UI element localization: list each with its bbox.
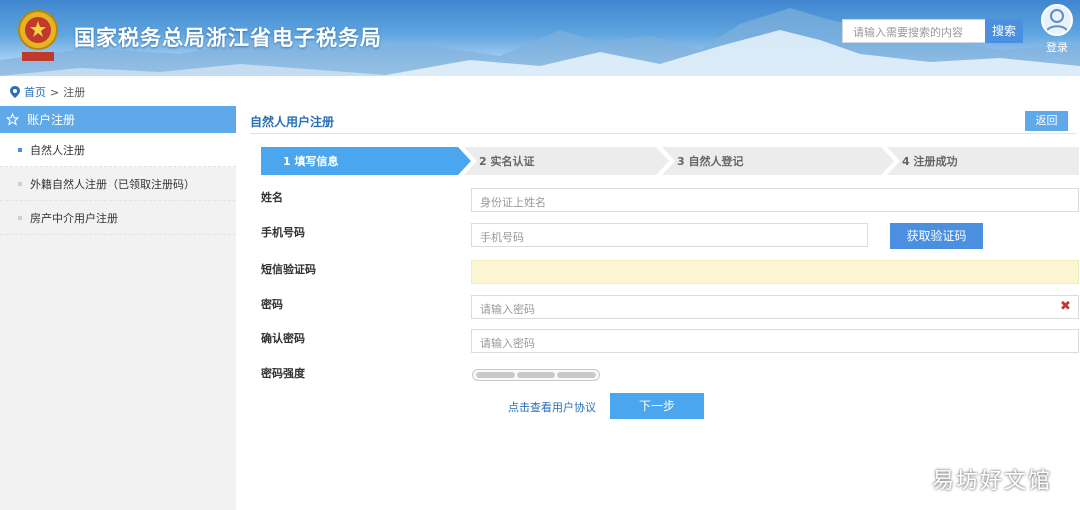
bullet-icon: [18, 181, 22, 186]
name-input[interactable]: 身份证上姓名: [471, 188, 1079, 212]
tax-emblem-icon: [18, 10, 58, 61]
password-input[interactable]: 请输入密码: [471, 295, 1079, 319]
title-divider: [250, 133, 1076, 134]
sidebar: 账户注册 自然人注册 外籍自然人注册（已领取注册码） 房产中介用户注册: [0, 106, 236, 510]
breadcrumb: 首页 > 注册: [10, 84, 85, 100]
sidebar-heading: 账户注册: [0, 106, 236, 133]
strength-segment-strong: [557, 372, 597, 378]
site-title: 国家税务总局浙江省电子税务局: [74, 26, 382, 50]
sidebar-item-label: 自然人注册: [30, 143, 85, 157]
password-strength-meter: [472, 369, 600, 381]
star-outline-icon: [6, 113, 19, 126]
search-button[interactable]: 搜索: [985, 19, 1023, 43]
user-agreement-link[interactable]: 点击查看用户协议: [508, 399, 596, 415]
user-avatar-icon[interactable]: [1041, 4, 1073, 36]
strength-segment-weak: [476, 372, 515, 378]
watermark-text: 易坊好文馆: [932, 469, 1053, 494]
sidebar-item-foreign-person[interactable]: 外籍自然人注册（已领取注册码）: [0, 167, 236, 201]
step-3-label: 3 自然人登记: [677, 154, 743, 168]
sidebar-item-natural-person[interactable]: 自然人注册: [0, 133, 236, 167]
get-code-button[interactable]: 获取验证码: [890, 223, 983, 249]
search-input[interactable]: 请输入需要搜索的内容: [842, 19, 986, 43]
clear-password-icon[interactable]: ✖: [1060, 299, 1071, 314]
sidebar-item-realestate-agent[interactable]: 房产中介用户注册: [0, 201, 236, 235]
name-label: 姓名: [261, 191, 283, 204]
sidebar-item-label: 外籍自然人注册（已领取注册码）: [30, 177, 195, 191]
back-button[interactable]: 返回: [1025, 111, 1068, 131]
location-pin-icon: [10, 86, 20, 98]
sms-code-label: 短信验证码: [261, 263, 316, 276]
breadcrumb-current: 注册: [63, 86, 86, 99]
page-title: 自然人用户注册: [250, 115, 335, 129]
login-link[interactable]: 登录: [1046, 39, 1068, 55]
step-4-label: 4 注册成功: [902, 154, 957, 168]
password-label: 密码: [261, 298, 283, 311]
breadcrumb-home[interactable]: 首页: [24, 84, 46, 100]
phone-label: 手机号码: [261, 226, 305, 239]
sms-code-input[interactable]: [471, 260, 1079, 284]
step-1-label: 1 填写信息: [283, 154, 338, 168]
sidebar-heading-label: 账户注册: [27, 113, 76, 127]
bullet-icon: [18, 147, 22, 152]
progress-steps: 1 填写信息 2 实名认证 3 自然人登记 4 注册成功: [261, 147, 1079, 175]
password-strength-label: 密码强度: [261, 367, 305, 380]
confirm-password-input[interactable]: 请输入密码: [471, 329, 1079, 353]
strength-segment-medium: [516, 372, 556, 378]
bullet-icon: [18, 215, 22, 220]
step-2-label: 2 实名认证: [479, 154, 534, 168]
next-step-button[interactable]: 下一步: [610, 393, 704, 419]
sidebar-item-label: 房产中介用户注册: [30, 211, 118, 225]
confirm-password-label: 确认密码: [261, 332, 305, 345]
phone-input[interactable]: 手机号码: [471, 223, 868, 247]
site-header: 国家税务总局浙江省电子税务局 请输入需要搜索的内容 搜索 登录: [0, 0, 1080, 76]
breadcrumb-separator: >: [50, 85, 60, 99]
